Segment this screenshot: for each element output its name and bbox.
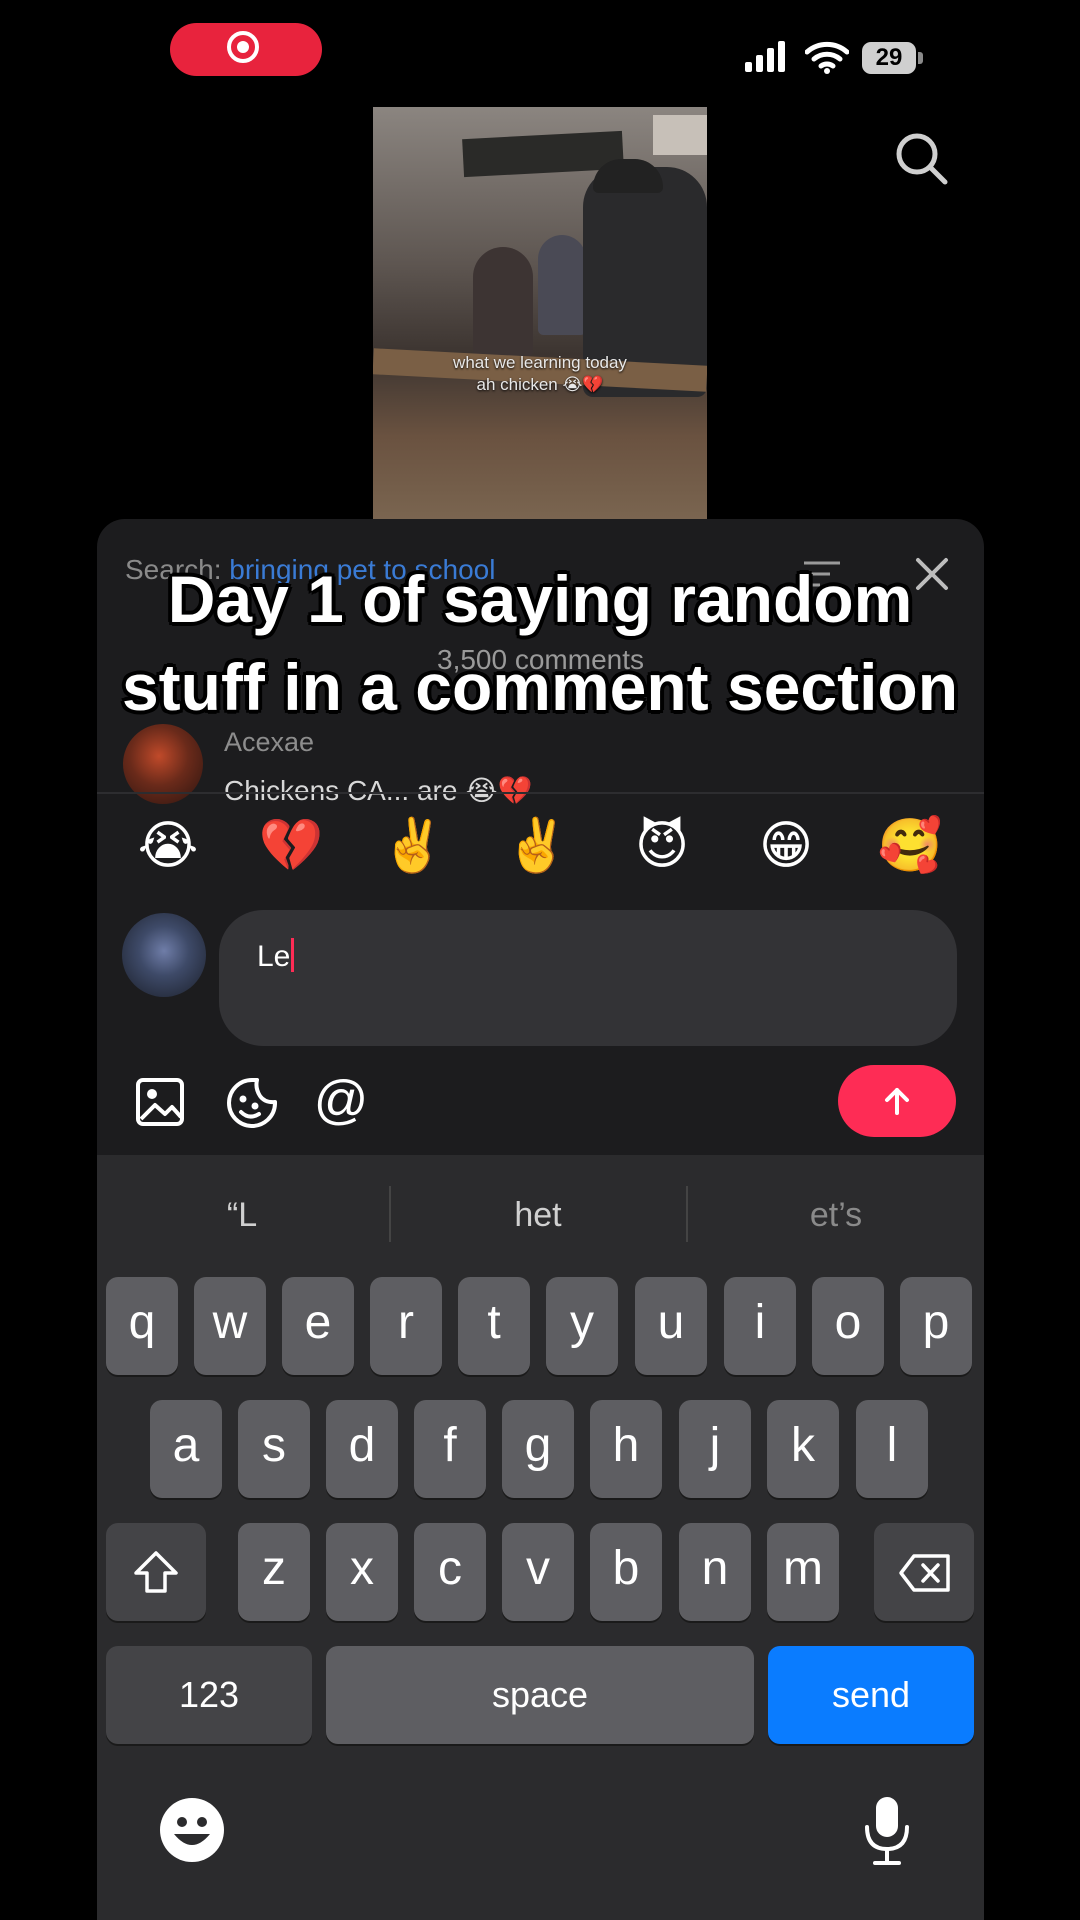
numbers-key[interactable]: 123 <box>106 1646 312 1744</box>
key-z[interactable]: z <box>238 1523 310 1621</box>
shift-icon <box>134 1551 178 1593</box>
battery-indicator: 29 <box>862 42 924 74</box>
key-e[interactable]: e <box>282 1277 354 1375</box>
screen-recording-indicator[interactable] <box>170 23 322 76</box>
shift-key[interactable] <box>106 1523 206 1621</box>
cellular-signal-icon <box>745 41 785 72</box>
emoji-grinning[interactable]: 😁 <box>746 810 826 882</box>
key-m[interactable]: m <box>767 1523 839 1621</box>
emoji-victory-hand[interactable]: ✌️ <box>497 810 577 882</box>
key-d[interactable]: d <box>326 1400 398 1498</box>
key-s[interactable]: s <box>238 1400 310 1498</box>
key-h[interactable]: h <box>590 1400 662 1498</box>
key-q[interactable]: q <box>106 1277 178 1375</box>
microphone-icon[interactable] <box>862 1795 912 1867</box>
emoji-keyboard-icon[interactable] <box>160 1798 224 1862</box>
video-player[interactable]: what we learning today ah chicken 😭💔 <box>373 107 707 519</box>
emoji-victory-hand[interactable]: ✌️ <box>373 810 453 882</box>
key-p[interactable]: p <box>900 1277 972 1375</box>
key-v[interactable]: v <box>502 1523 574 1621</box>
key-t[interactable]: t <box>458 1277 530 1375</box>
key-c[interactable]: c <box>414 1523 486 1621</box>
emoji-broken-heart[interactable]: 💔 <box>251 810 331 882</box>
key-n[interactable]: n <box>679 1523 751 1621</box>
video-caption: what we learning today ah chicken 😭💔 <box>453 353 627 394</box>
post-comment-button[interactable] <box>838 1065 956 1137</box>
key-b[interactable]: b <box>590 1523 662 1621</box>
sticker-icon[interactable] <box>225 1076 279 1130</box>
wifi-icon <box>805 41 849 74</box>
image-icon[interactable] <box>135 1077 185 1127</box>
key-i[interactable]: i <box>724 1277 796 1375</box>
emoji-smiling-devil[interactable]: 😈 <box>622 810 702 882</box>
suggestion-3[interactable]: et’s <box>688 1195 984 1235</box>
overlay-title: Day 1 of saying random stuff in a commen… <box>121 562 959 724</box>
text-caret <box>291 938 295 972</box>
key-o[interactable]: o <box>812 1277 884 1375</box>
key-k[interactable]: k <box>767 1400 839 1498</box>
comment-input[interactable]: Le <box>219 910 957 1046</box>
arrow-up-icon <box>885 1088 909 1115</box>
emoji-smiling-hearts[interactable]: 🥰 <box>870 810 950 882</box>
emoji-loudly-crying[interactable]: 😭 <box>128 810 208 882</box>
key-x[interactable]: x <box>326 1523 398 1621</box>
comment-input-value[interactable]: Le <box>257 940 290 973</box>
key-j[interactable]: j <box>679 1400 751 1498</box>
battery-level: 29 <box>862 42 916 74</box>
suggestion-2[interactable]: het <box>391 1195 685 1235</box>
backspace-icon <box>899 1554 950 1592</box>
send-key[interactable]: send <box>768 1646 974 1744</box>
backspace-key[interactable] <box>874 1523 974 1621</box>
key-r[interactable]: r <box>370 1277 442 1375</box>
commenter-username[interactable]: Acexae <box>224 727 314 758</box>
key-l[interactable]: l <box>856 1400 928 1498</box>
key-y[interactable]: y <box>546 1277 618 1375</box>
key-g[interactable]: g <box>502 1400 574 1498</box>
search-icon[interactable] <box>893 130 949 186</box>
key-f[interactable]: f <box>414 1400 486 1498</box>
key-a[interactable]: a <box>150 1400 222 1498</box>
comment-text: Chickens CA... are 😭💔 <box>224 775 533 806</box>
space-key[interactable]: space <box>326 1646 754 1744</box>
user-avatar <box>122 913 206 997</box>
divider <box>97 792 984 794</box>
key-w[interactable]: w <box>194 1277 266 1375</box>
key-u[interactable]: u <box>635 1277 707 1375</box>
mention-icon[interactable]: @ <box>313 1070 369 1130</box>
suggestion-1[interactable]: “L <box>97 1195 387 1235</box>
